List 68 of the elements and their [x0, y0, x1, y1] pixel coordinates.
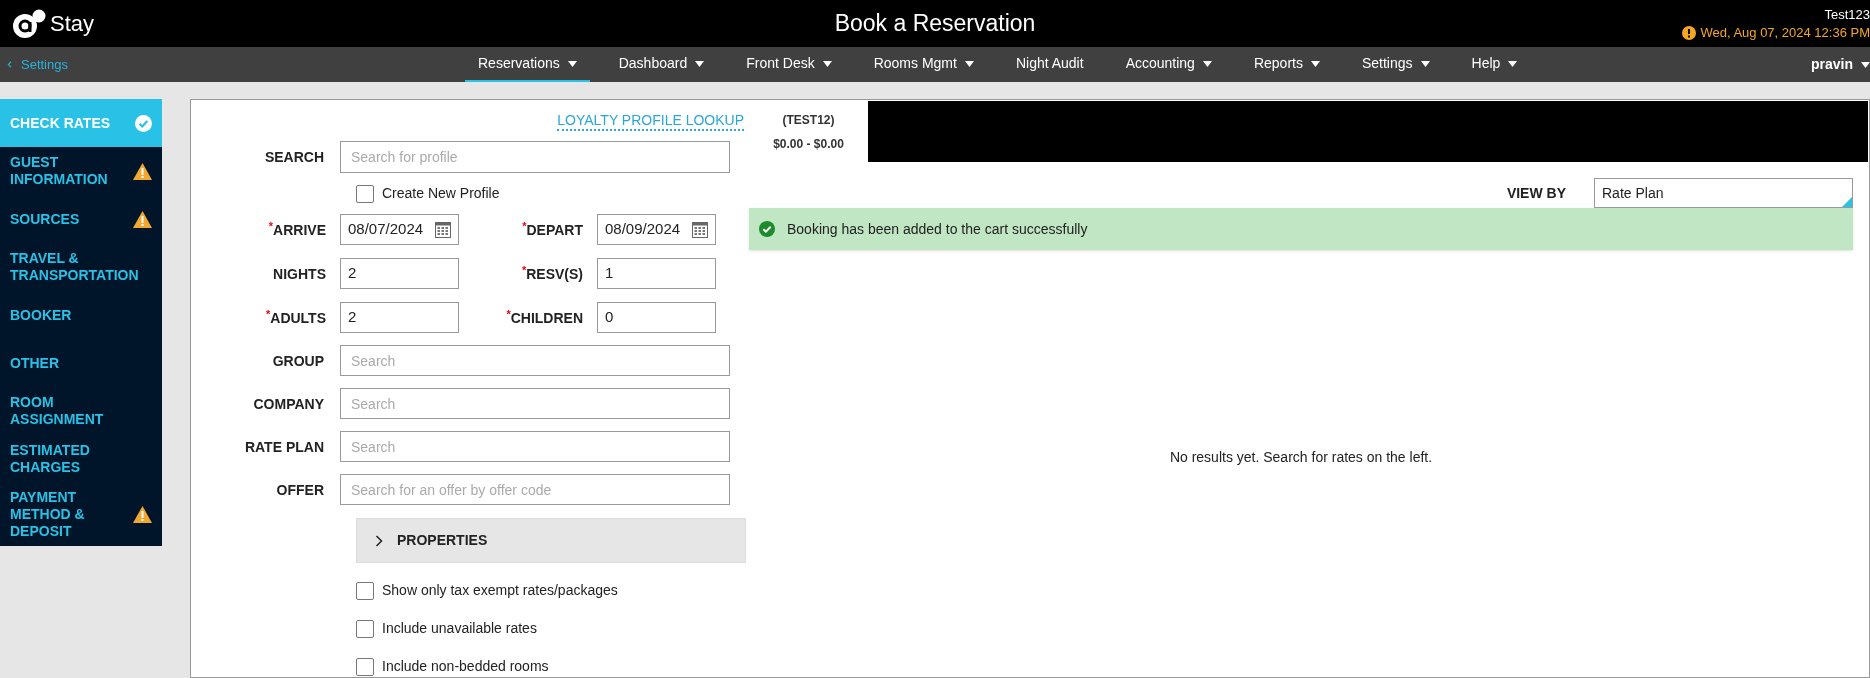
field-label: OFFER: [276, 481, 324, 498]
empty-results-message: No results yet. Search for rates on the left.: [1169, 448, 1433, 467]
field-label: GROUP: [272, 352, 324, 369]
checkbox-label: Show only tax exempt rates/packages: [382, 581, 618, 600]
search-field[interactable]: Search for an offer by offer code: [340, 474, 730, 505]
checkbox[interactable]: [356, 657, 374, 676]
field-label: *ADULTS: [266, 309, 326, 326]
sidebar-item[interactable]: ESTIMATED CHARGES: [0, 435, 162, 483]
view-by-label: VIEW BY: [1506, 183, 1566, 203]
field-label: COMPANY: [253, 395, 324, 412]
checkbox[interactable]: [356, 581, 374, 600]
logo-icon: [12, 8, 46, 39]
nav-menu-item[interactable]: Night Audit: [1002, 47, 1097, 82]
logo-text: Stay: [50, 10, 95, 38]
success-alert: Booking has been added to the cart successfully: [749, 208, 1853, 250]
back-link[interactable]: Settings: [6, 54, 68, 75]
field-label: NIGHTS: [273, 265, 326, 282]
profile-search-field[interactable]: Search for profile: [340, 141, 730, 173]
field-label: *CHILDREN: [506, 309, 583, 326]
user-code: Test123: [1824, 5, 1870, 24]
number-field[interactable]: 2: [340, 302, 459, 333]
search-field[interactable]: Search: [340, 345, 730, 376]
nav-menu-item[interactable]: Front Desk: [733, 47, 845, 82]
sidebar-item[interactable]: PAYMENT METHOD & DEPOSIT: [0, 483, 162, 546]
checkbox[interactable]: [356, 184, 374, 203]
sidebar-item[interactable]: TRAVEL & TRANSPORTATION: [0, 243, 162, 291]
chevron-icon: [375, 534, 383, 547]
nav-menu-item[interactable]: Dashboard: [605, 47, 718, 82]
field-label: SEARCH: [264, 149, 324, 165]
nav-menu-item[interactable]: Settings: [1348, 47, 1443, 82]
field-label: *DEPART: [522, 221, 583, 238]
sidebar-item[interactable]: GUEST INFORMATION: [0, 147, 162, 195]
sidebar-item[interactable]: ROOM ASSIGNMENT: [0, 387, 162, 435]
field-label: *ARRIVE: [268, 221, 326, 238]
checkbox-label: Include non-bedded rooms: [382, 657, 549, 676]
number-field[interactable]: 0: [597, 302, 716, 333]
calendar-icon[interactable]: [692, 221, 708, 238]
number-field[interactable]: 2: [340, 258, 459, 289]
search-field[interactable]: Search: [340, 388, 730, 419]
properties-toggle[interactable]: PROPERTIES: [356, 518, 746, 563]
date-field[interactable]: 08/09/2024: [597, 214, 716, 245]
field-label: RATE PLAN: [244, 438, 324, 455]
date-time: Wed, Aug 07, 2024 12:36 PM: [1700, 23, 1870, 42]
check-circle-icon: [759, 221, 775, 237]
nav-menu-item[interactable]: Rooms Mgmt: [860, 47, 987, 82]
nav-menu-item[interactable]: Accounting: [1112, 47, 1225, 82]
caret-icon: [1861, 61, 1870, 68]
corner-icon: [1842, 197, 1852, 207]
view-by-select[interactable]: Rate Plan: [1594, 178, 1853, 208]
back-chevron-icon: [6, 61, 13, 68]
search-field[interactable]: Search: [340, 431, 730, 462]
date-field[interactable]: 08/07/2024: [340, 214, 459, 245]
property-tab[interactable]: (TEST12) $0.00 - $0.00: [749, 101, 868, 162]
nav-menu-item[interactable]: Reservations: [465, 47, 590, 82]
sidebar-item[interactable]: SOURCES: [0, 195, 162, 243]
number-field[interactable]: 1: [597, 258, 716, 289]
checkbox-label: Create New Profile: [382, 184, 500, 203]
nav-menu-item[interactable]: Reports: [1240, 47, 1333, 82]
calendar-icon[interactable]: [435, 221, 451, 238]
page-title: Book a Reservation: [834, 9, 1036, 39]
sidebar-item[interactable]: BOOKER: [0, 291, 162, 339]
sidebar-item[interactable]: OTHER: [0, 339, 162, 387]
nav-menu-item[interactable]: Help: [1458, 47, 1531, 82]
checkbox-label: Include unavailable rates: [382, 619, 537, 638]
alert-icon: [1682, 25, 1697, 40]
checkbox[interactable]: [356, 619, 374, 638]
user-menu[interactable]: pravin: [1811, 54, 1870, 75]
field-label: *RESV(S): [521, 265, 583, 282]
